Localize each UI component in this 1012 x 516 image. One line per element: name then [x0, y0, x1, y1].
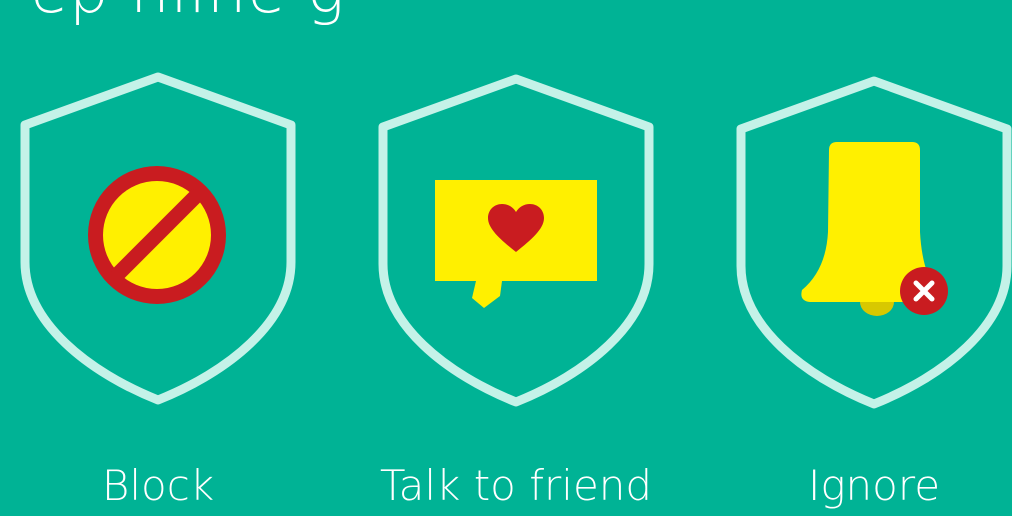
option-label: Block: [101, 461, 215, 510]
shield-icon: [736, 76, 1012, 409]
block-icon: [88, 166, 226, 304]
option-ignore[interactable]: Ignore: [724, 0, 1012, 510]
shield-icon: [378, 74, 654, 407]
option-talk-to-friend[interactable]: Talk to friend: [366, 0, 666, 510]
chat-heart-icon: [435, 180, 597, 308]
option-block[interactable]: Block: [8, 0, 308, 510]
option-label: Ignore: [807, 461, 941, 510]
option-label: Talk to friend: [379, 461, 653, 510]
shield-icon: [20, 72, 296, 405]
muted-bell-icon: [801, 142, 948, 316]
